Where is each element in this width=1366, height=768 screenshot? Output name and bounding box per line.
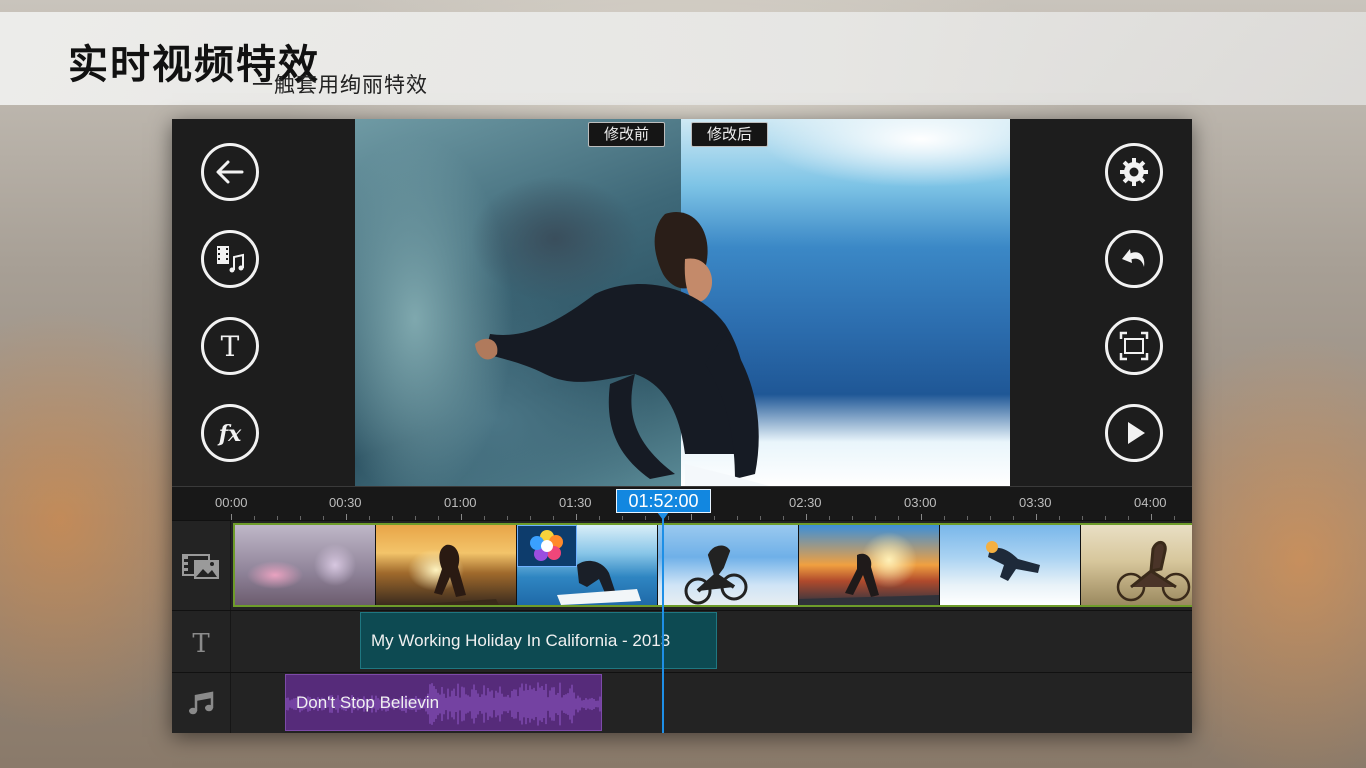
video-clip[interactable] (658, 525, 799, 605)
fullscreen-button[interactable] (1105, 317, 1163, 375)
video-clip-strip[interactable] (233, 523, 1192, 607)
promo-banner: 实时视频特效 一触套用绚丽特效 (0, 12, 1366, 105)
tick-label: 01:00 (444, 495, 477, 510)
clip-figure (684, 545, 748, 605)
music-note-icon (189, 691, 214, 715)
svg-text:fx: fx (217, 421, 242, 447)
photo-video-icon (182, 553, 219, 579)
tick-label: 00:30 (329, 495, 362, 510)
tick-label: 03:30 (1019, 495, 1052, 510)
back-icon (216, 160, 244, 184)
undo-icon (1122, 249, 1145, 267)
title-track-icon: T (192, 629, 210, 656)
media-icon (217, 246, 244, 273)
playhead-marker[interactable] (657, 512, 669, 520)
title-icon: T (221, 330, 240, 363)
effect-badge[interactable] (517, 525, 577, 567)
clip-figure (799, 553, 939, 605)
audio-clip[interactable]: Don't Stop Believin (285, 674, 602, 731)
banner-subtitle: 一触套用绚丽特效 (252, 73, 428, 97)
undo-button[interactable] (1105, 230, 1163, 288)
clip-figure (406, 544, 499, 605)
tick-label: 04:00 (1134, 495, 1167, 510)
tick-label: 03:00 (904, 495, 937, 510)
gear-icon (1120, 158, 1148, 186)
fullscreen-icon (1119, 331, 1149, 361)
tick-label: 00:00 (215, 495, 248, 510)
play-icon (1128, 422, 1145, 444)
tick-label: 01:30 (559, 495, 592, 510)
audio-track-header (172, 673, 231, 733)
media-library-button[interactable] (201, 230, 259, 288)
tick-label: 02:30 (789, 495, 822, 510)
play-button[interactable] (1105, 404, 1163, 462)
clip-figure (1116, 541, 1191, 602)
title-track-header: T (172, 611, 231, 672)
svg-text:T: T (192, 629, 210, 656)
video-clip[interactable] (376, 525, 517, 605)
video-track-header (172, 521, 231, 610)
playhead-line[interactable] (662, 513, 664, 733)
audio-clip-label: Don't Stop Believin (296, 693, 440, 712)
effect-flower-icon (530, 530, 563, 561)
video-clip[interactable] (517, 525, 658, 605)
back-button[interactable] (201, 143, 259, 201)
clip-figure (986, 541, 1040, 581)
video-clip[interactable] (235, 525, 376, 605)
settings-button[interactable] (1105, 143, 1163, 201)
video-clip[interactable] (1081, 525, 1192, 605)
surfer-image (475, 212, 770, 486)
effects-button[interactable]: fx (201, 404, 259, 462)
title-button[interactable]: T (201, 317, 259, 375)
video-editor-window: T fx 修改前 修改后 00:00 00:30 01:00 01:30 02:… (172, 119, 1192, 733)
video-preview[interactable]: 修改前 修改后 (355, 119, 1010, 486)
current-time-display[interactable]: 01:52:00 (616, 489, 711, 513)
fx-icon: fx (217, 421, 242, 447)
video-clip[interactable] (940, 525, 1081, 605)
before-label: 修改前 (588, 122, 666, 147)
svg-text:T: T (221, 330, 240, 363)
after-label: 修改后 (691, 122, 769, 147)
video-clip[interactable] (799, 525, 940, 605)
